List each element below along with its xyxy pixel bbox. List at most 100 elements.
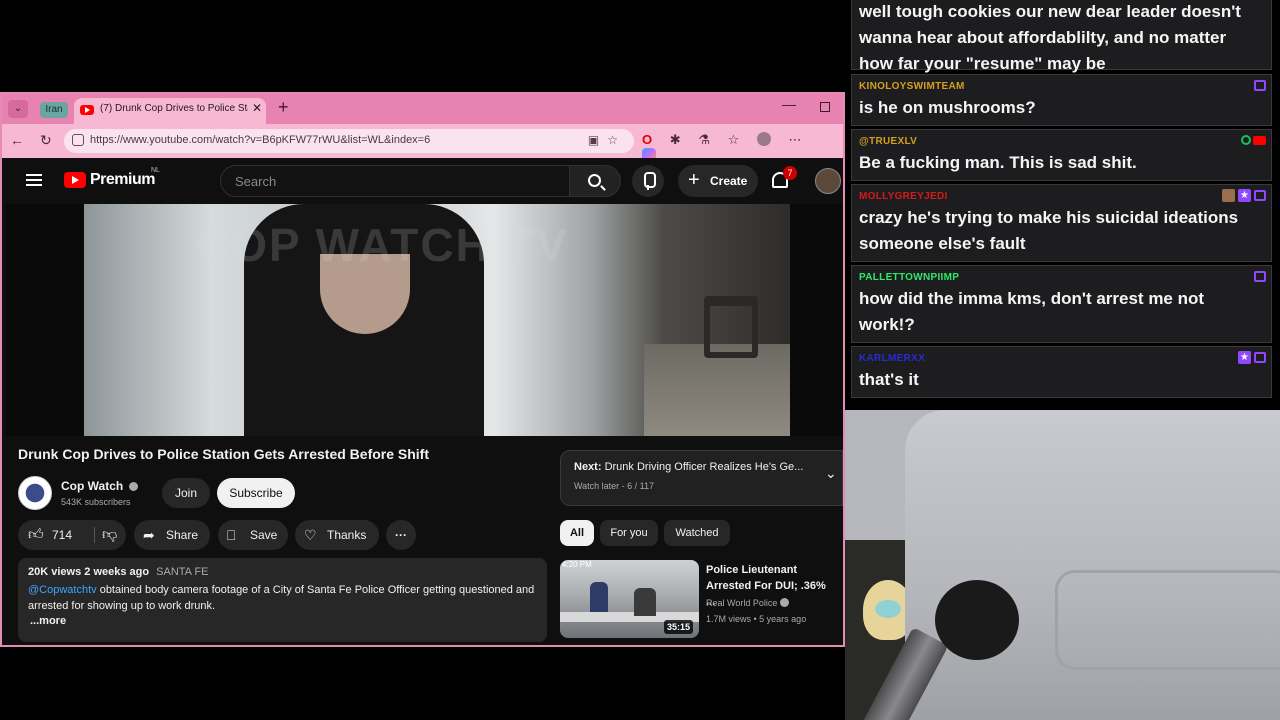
new-tab-button[interactable]: + — [278, 97, 289, 118]
more-menu-icon[interactable]: ⋯ — [788, 132, 801, 147]
plus-icon: + — [688, 169, 700, 191]
view-count: 20K views — [28, 566, 82, 578]
twitch-icon — [1254, 79, 1266, 91]
video-player[interactable]: COP WATCH TV — [6, 204, 843, 436]
region-code: NL — [151, 167, 160, 174]
thumb-person-1 — [590, 582, 608, 612]
tab-youtube[interactable]: (7) Drunk Cop Drives to Police Stat ✕ — [74, 98, 266, 124]
chat-message: KINOLOYSWIMTEAM is he on mushrooms? — [851, 74, 1272, 126]
more-actions-button[interactable]: ··· — [386, 520, 416, 550]
channel-handle-link[interactable]: @Copwatchtv — [28, 584, 97, 596]
channel-name[interactable]: Cop Watch — [61, 479, 123, 493]
subscriber-count: 543K subscribers — [61, 497, 131, 507]
video-duration: 35:15 — [664, 620, 694, 634]
hoodie-pocket — [1055, 570, 1280, 670]
chevron-down-icon[interactable]: ⌄ — [825, 465, 837, 482]
chat-message: well tough cookies our new dear leader d… — [851, 0, 1272, 73]
chat-badges — [1241, 134, 1266, 146]
youtube-logo-icon[interactable] — [64, 172, 86, 188]
recommended-channel[interactable]: Real World Police — [706, 598, 790, 608]
recommended-stats: 1.7M views • 5 years ago — [706, 614, 807, 624]
recommended-thumbnail[interactable]: 4:20 PM 35:15 — [560, 560, 699, 638]
chip-for-you[interactable]: For you — [600, 520, 658, 546]
search-placeholder: Search — [235, 174, 277, 189]
description-meta: 20K views 2 weeks ago SANTA FE — [28, 566, 209, 578]
tab-group-label[interactable]: Iran — [40, 102, 68, 118]
create-label: Create — [710, 174, 748, 188]
super-thanks-icon: ♡ — [304, 527, 317, 543]
account-avatar[interactable] — [815, 168, 841, 194]
chat-message-text: crazy he's trying to make his suicidal i… — [859, 208, 1239, 253]
video-watermark: COP WATCH TV — [196, 219, 569, 271]
search-input[interactable]: Search — [220, 165, 570, 197]
chat-badges — [1251, 270, 1266, 282]
share-button[interactable]: ➦ Share — [134, 520, 210, 550]
thanks-button[interactable]: ♡ Thanks — [295, 520, 379, 550]
youtube-logo-text[interactable]: Premium — [90, 171, 155, 189]
menu-icon[interactable] — [26, 174, 42, 186]
notification-count-badge: 7 — [783, 166, 797, 180]
site-info-icon[interactable] — [72, 134, 84, 146]
chat-message: PALLETTOWNPIIMP how did the imma kms, do… — [851, 265, 1272, 343]
frame-chair — [704, 296, 758, 358]
browser-window: ⌄ Iran (7) Drunk Cop Drives to Police St… — [0, 92, 845, 647]
tab-title: (7) Drunk Cop Drives to Police Stat — [100, 103, 248, 114]
star-icon: ★ — [1238, 351, 1251, 364]
chat-message: @TRUEXLV Be a fucking man. This is sad s… — [851, 129, 1272, 181]
reload-button[interactable]: ↻ — [40, 132, 52, 149]
opera-extension-icon[interactable]: O — [642, 132, 652, 147]
search-button[interactable] — [569, 165, 621, 197]
share-label: Share — [166, 528, 199, 542]
show-more-link[interactable]: ...more — [30, 615, 66, 627]
verified-icon — [780, 598, 790, 607]
puzzle-icon[interactable]: ✱ — [670, 132, 681, 147]
chat-message-text: that's it — [859, 370, 919, 389]
video-title: Drunk Cop Drives to Police Station Gets … — [18, 446, 430, 462]
voice-search-button[interactable] — [632, 165, 664, 197]
description-body: obtained body camera footage of a City o… — [28, 584, 535, 612]
chat-message-text: Be a fucking man. This is sad shit. — [859, 153, 1137, 172]
like-count[interactable]: 714 — [52, 520, 72, 550]
star-icon: ★ — [1238, 189, 1251, 202]
maximize-button[interactable] — [820, 102, 830, 112]
verified-icon — [129, 482, 138, 491]
save-label: Save — [250, 528, 278, 542]
minimize-button[interactable]: — — [782, 96, 796, 112]
chat-message: KARLMERXX ★ that's it — [851, 346, 1272, 398]
profile-avatar[interactable] — [756, 132, 771, 146]
favorites-icon[interactable]: ☆ — [728, 132, 740, 147]
chat-username: @TRUEXLV — [859, 136, 918, 147]
address-bar-actions[interactable]: ▣☆ — [588, 133, 626, 147]
chip-watched[interactable]: Watched — [664, 520, 730, 546]
playlist-next: Next: Drunk Driving Officer Realizes He'… — [574, 461, 814, 473]
thumbs-down-icon[interactable]: 👎︎ — [102, 520, 117, 550]
description-box[interactable]: 20K views 2 weeks ago SANTA FE @Copwatch… — [18, 558, 547, 642]
channel-avatar[interactable] — [18, 476, 52, 510]
subscribe-button[interactable]: Subscribe — [217, 478, 295, 508]
chat-username: MOLLYGREYJEDI — [859, 191, 948, 202]
playlist-position: Watch later - 6 / 117 — [574, 481, 655, 491]
streamer-hoodie — [905, 410, 1280, 720]
join-button[interactable]: Join — [162, 478, 210, 508]
chat-badges: ★ — [1221, 189, 1266, 202]
search-icon — [588, 174, 601, 187]
next-label: Next: — [574, 461, 602, 473]
back-button[interactable]: ← — [10, 132, 24, 148]
chip-all[interactable]: All — [560, 520, 594, 546]
location-tag[interactable]: SANTA FE — [156, 566, 208, 578]
thumbs-up-icon[interactable]: 👍︎ — [28, 520, 44, 550]
create-button[interactable]: + Create — [678, 165, 758, 197]
recommended-channel-name: Real World Police — [706, 598, 778, 608]
youtube-header: Premium NL Search + Create 7 — [2, 158, 843, 204]
performance-icon[interactable]: ⚗ — [698, 132, 710, 147]
chat-message-text: is he on mushrooms? — [859, 98, 1036, 117]
close-tab-icon[interactable]: ✕ — [252, 101, 262, 115]
playlist-panel[interactable]: Next: Drunk Driving Officer Realizes He'… — [560, 450, 843, 506]
kebab-menu-icon[interactable]: ⋮ — [840, 562, 843, 576]
address-bar[interactable]: https://www.youtube.com/watch?v=B6pKFW77… — [64, 129, 634, 153]
tab-bar: ⌄ Iran (7) Drunk Cop Drives to Police St… — [2, 94, 843, 124]
chat-badges: ★ — [1238, 351, 1266, 364]
save-button[interactable]: ⎕ Save — [218, 520, 288, 550]
webcam-feed — [845, 410, 1280, 720]
tab-search-button[interactable]: ⌄ — [8, 100, 28, 118]
